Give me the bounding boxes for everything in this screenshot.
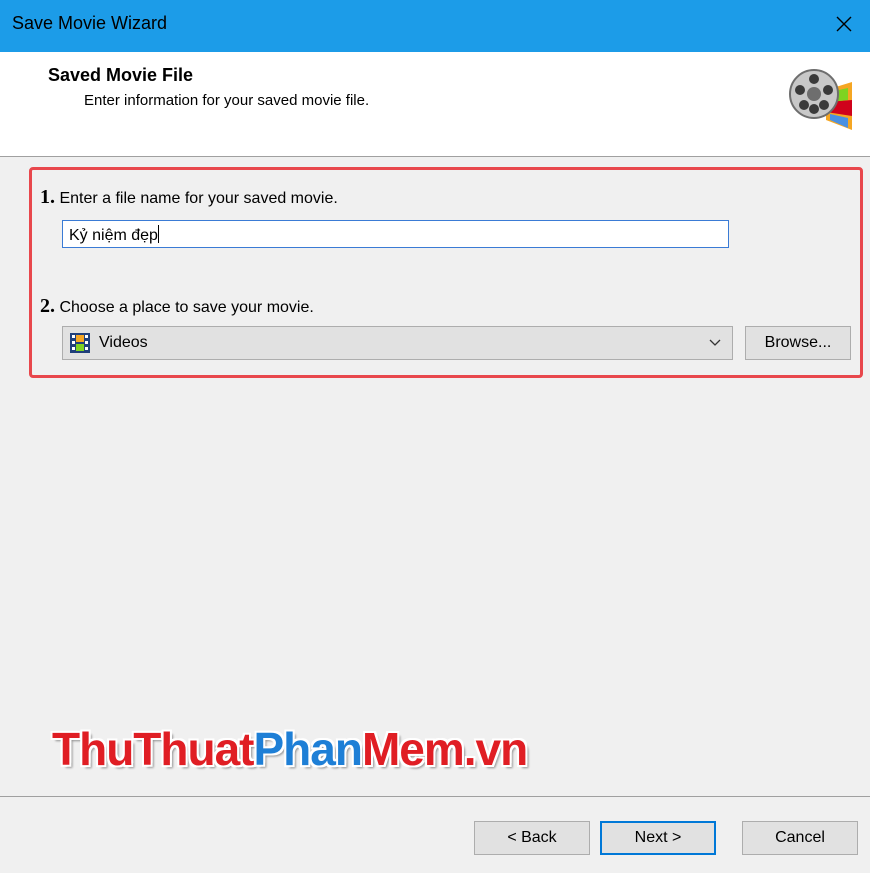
next-button[interactable]: Next > (600, 821, 716, 855)
title-bar: Save Movie Wizard (0, 0, 870, 52)
chevron-down-icon (708, 335, 722, 354)
close-icon (835, 15, 853, 38)
film-reel-icon (786, 60, 856, 134)
save-location-value: Videos (99, 334, 148, 351)
page-subtitle: Enter information for your saved movie f… (84, 92, 370, 109)
window-title: Save Movie Wizard (12, 13, 168, 33)
step1-number: 1. (40, 186, 55, 208)
watermark-logo: ThuThuatPhanMem.vn (52, 722, 528, 776)
file-name-input[interactable]: Kỷ niệm đẹp (62, 220, 729, 248)
page-title: Saved Movie File (48, 65, 194, 85)
step1-text: Enter a file name for your saved movie. (59, 190, 338, 207)
wizard-header: Saved Movie File Enter information for y… (0, 52, 870, 157)
video-folder-icon (69, 332, 91, 354)
wizard-footer (0, 796, 870, 873)
text-caret (157, 225, 159, 243)
watermark-part1: ThuThuat (52, 723, 254, 775)
watermark-part2: Phan (253, 723, 363, 775)
save-location-select[interactable]: Videos (62, 326, 733, 360)
step1-label: 1. Enter a file name for your saved movi… (40, 186, 338, 209)
close-button[interactable] (818, 0, 870, 52)
browse-button[interactable]: Browse... (745, 326, 851, 360)
step2-label: 2. Choose a place to save your movie. (40, 295, 314, 318)
file-name-value: Kỷ niệm đẹp (69, 227, 158, 244)
back-button[interactable]: < Back (474, 821, 590, 855)
watermark-part3: Mem.vn (361, 723, 528, 775)
step2-text: Choose a place to save your movie. (59, 299, 314, 316)
cancel-button[interactable]: Cancel (742, 821, 858, 855)
step2-number: 2. (40, 295, 55, 317)
